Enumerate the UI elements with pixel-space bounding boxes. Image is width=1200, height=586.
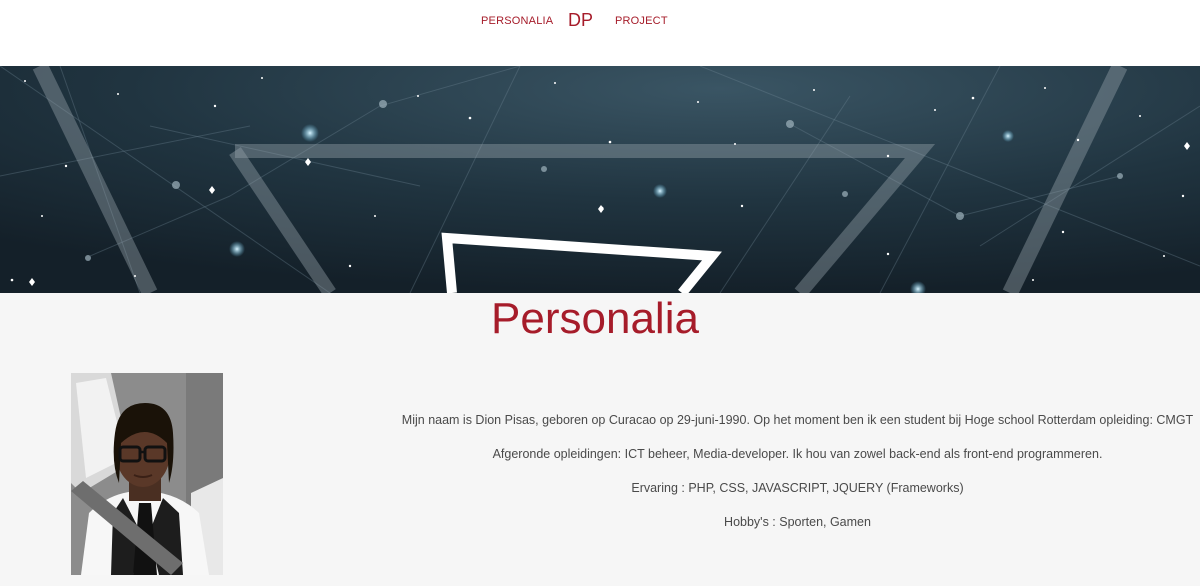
hero-banner [0,66,1200,293]
page-title: Personalia [491,294,699,343]
logo-link[interactable]: DP [568,10,593,31]
bio-text: Mijn naam is Dion Pisas, geboren op Cura… [395,412,1200,548]
top-navigation: PERSONALIA DP PROJECT [0,0,1200,66]
personalia-section: Personalia Mijn naam is Dion Pisas, gebo… [0,293,1200,586]
hero-background-image [0,66,1200,293]
bio-hobbies: Hobby's : Sporten, Gamen [724,515,871,529]
nav-link-personalia[interactable]: PERSONALIA [481,15,553,27]
bio-education: Afgeronde opleidingen: ICT beheer, Media… [492,447,1103,461]
nav-link-project[interactable]: PROJECT [615,15,668,27]
profile-photo [71,373,223,575]
bio-experience: Ervaring : PHP, CSS, JAVASCRIPT, JQUERY … [631,481,964,495]
bio-intro: Mijn naam is Dion Pisas, geboren op Cura… [401,413,1194,427]
